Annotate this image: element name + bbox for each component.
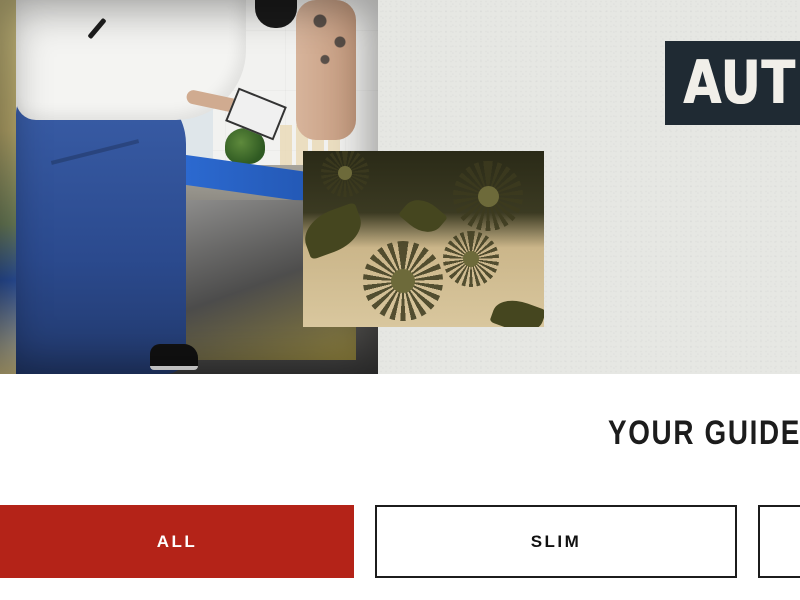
print-flower-center xyxy=(337,165,353,181)
photo-blue-pants xyxy=(16,84,186,374)
hero-banner: AUTH xyxy=(0,0,800,374)
hero-headline-text: AUTH xyxy=(683,48,800,118)
filter-button-slim[interactable]: SLIM xyxy=(375,505,737,578)
print-flower-center xyxy=(391,269,415,293)
filter-button-label: ALL xyxy=(156,531,198,551)
photo-tattoo xyxy=(305,0,355,70)
page: AUTH YOUR GUIDE ALL SLIM xyxy=(0,0,800,600)
photo-edge-strip xyxy=(0,0,16,374)
print-flower xyxy=(443,231,499,287)
print-flower xyxy=(453,161,523,231)
print-flower xyxy=(321,151,369,197)
print-flower xyxy=(363,241,443,321)
print-flower-center xyxy=(462,250,480,268)
hero-headline-label: AUTH xyxy=(665,41,800,125)
filter-button-all[interactable]: ALL xyxy=(0,505,354,578)
print-flower-center xyxy=(477,185,499,207)
print-leaf xyxy=(398,191,448,241)
print-leaf xyxy=(489,293,544,327)
filter-button-label: SLIM xyxy=(530,531,582,551)
guide-heading: YOUR GUIDE xyxy=(608,414,800,452)
photo-shoe xyxy=(150,344,198,370)
print-leaf xyxy=(303,201,369,261)
hero-photo-flower-print xyxy=(303,151,544,327)
filter-button-next[interactable] xyxy=(758,505,800,578)
